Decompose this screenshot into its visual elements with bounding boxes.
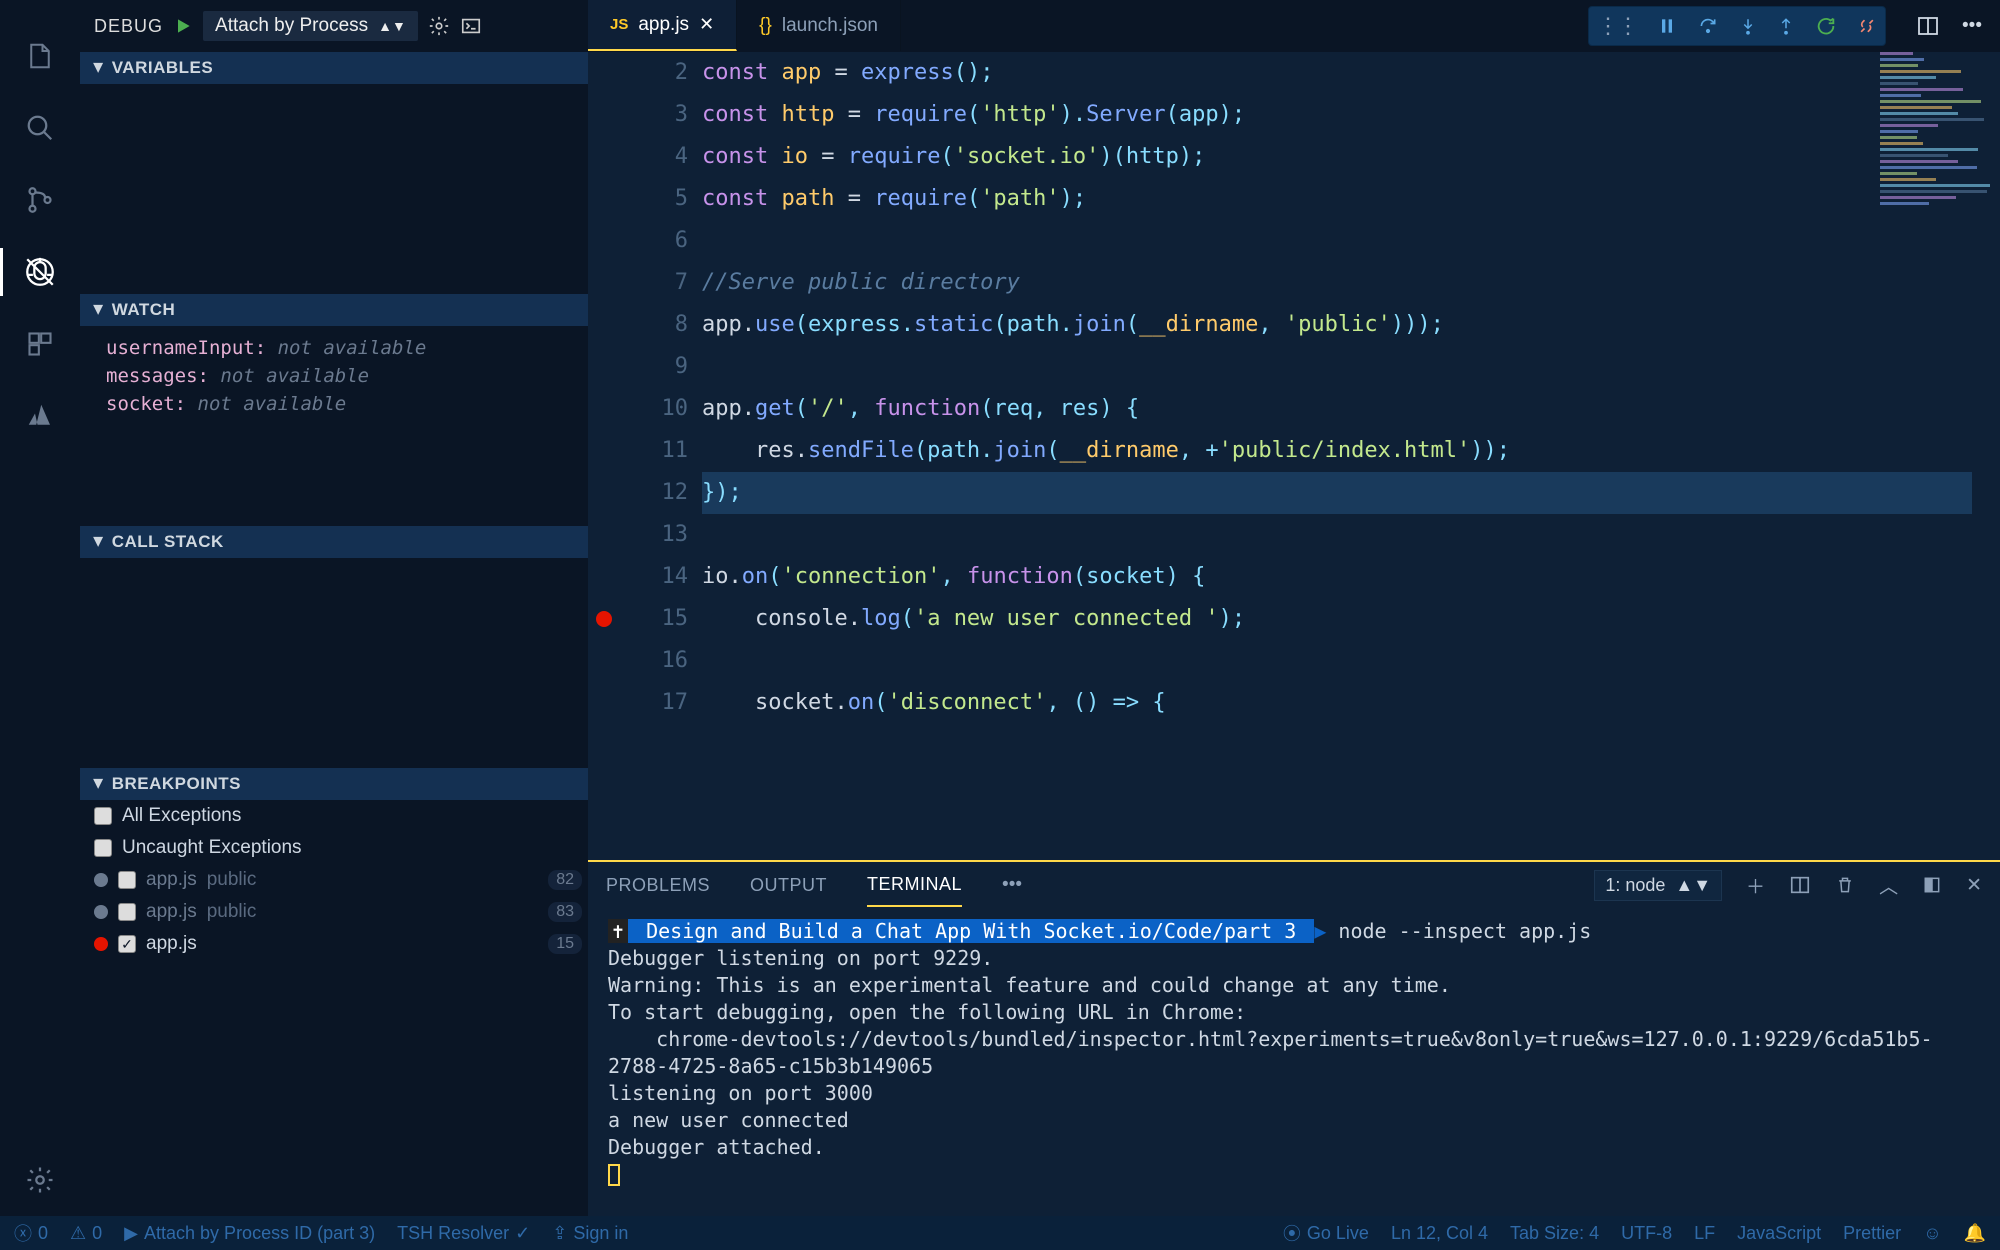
- breakpoint-dot-icon: [94, 937, 108, 951]
- watch-section-header[interactable]: ▶WATCH: [80, 294, 588, 326]
- status-tsh[interactable]: TSH Resolver ✓: [397, 1223, 530, 1244]
- checkbox-icon[interactable]: [94, 839, 112, 857]
- tab-bar: JS app.js✕{} launch.json ⋮⋮ •••: [588, 0, 2000, 52]
- minimap[interactable]: [1880, 52, 2000, 222]
- debug-icon[interactable]: [16, 248, 64, 296]
- breakpoint-exception-row[interactable]: All Exceptions: [80, 800, 588, 832]
- kill-terminal-icon[interactable]: [1835, 874, 1855, 896]
- status-eol[interactable]: LF: [1694, 1223, 1715, 1244]
- watch-item[interactable]: messages: not available: [106, 362, 574, 390]
- status-errors[interactable]: ⓧ 0: [14, 1220, 48, 1246]
- terminal-body[interactable]: ✝ Design and Build a Chat App With Socke…: [588, 908, 2000, 1216]
- status-golive[interactable]: ⦿ Go Live: [1283, 1220, 1369, 1246]
- tab-terminal[interactable]: TERMINAL: [867, 864, 962, 907]
- azure-icon[interactable]: [16, 392, 64, 440]
- status-bell-icon[interactable]: 🔔: [1964, 1223, 1986, 1244]
- panel-tabs: PROBLEMS OUTPUT TERMINAL ••• 1: node ▲▼ …: [588, 862, 2000, 908]
- more-actions-icon[interactable]: •••: [1962, 15, 1982, 37]
- status-encoding[interactable]: UTF-8: [1621, 1223, 1672, 1244]
- watch-item[interactable]: socket: not available: [106, 390, 574, 418]
- status-lncol[interactable]: Ln 12, Col 4: [1391, 1223, 1488, 1244]
- breakpoint-row[interactable]: app.js public 83: [80, 896, 588, 928]
- tab-problems[interactable]: PROBLEMS: [606, 865, 710, 906]
- maximize-panel-icon[interactable]: [1922, 875, 1942, 895]
- start-debug-icon[interactable]: [173, 16, 193, 36]
- step-into-icon[interactable]: [1739, 16, 1757, 36]
- callstack-section-header[interactable]: ▶CALL STACK: [80, 526, 588, 558]
- status-signin[interactable]: ⇪ Sign in: [552, 1223, 628, 1244]
- restart-icon[interactable]: [1815, 15, 1837, 37]
- status-prettier[interactable]: Prettier: [1843, 1223, 1901, 1244]
- variables-section-header[interactable]: ▶VARIABLES: [80, 52, 588, 84]
- checkbox-icon[interactable]: [94, 807, 112, 825]
- search-icon[interactable]: [16, 104, 64, 152]
- split-editor-icon[interactable]: [1916, 14, 1940, 38]
- editor-tab[interactable]: {} launch.json: [737, 0, 901, 51]
- breakpoint-row[interactable]: app.js public 82: [80, 864, 588, 896]
- tab-output[interactable]: OUTPUT: [750, 865, 827, 906]
- pause-icon[interactable]: [1657, 16, 1677, 36]
- bottom-panel: PROBLEMS OUTPUT TERMINAL ••• 1: node ▲▼ …: [588, 860, 2000, 1216]
- debug-config-selector[interactable]: Attach by Process ▲▼: [203, 11, 418, 41]
- debug-toolbar: ⋮⋮: [1588, 6, 1886, 46]
- watch-body: usernameInput: not availablemessages: no…: [80, 326, 588, 526]
- variables-body: [80, 84, 588, 294]
- status-bar: ⓧ 0 ⚠ 0 ▶ Attach by Process ID (part 3) …: [0, 1216, 2000, 1250]
- debug-config-label: Attach by Process: [215, 15, 368, 37]
- panel-chevron-up-icon[interactable]: ︿: [1879, 872, 1898, 899]
- split-terminal-icon[interactable]: [1789, 874, 1811, 896]
- debug-header: DEBUG Attach by Process ▲▼: [80, 0, 588, 52]
- breakpoints-section-header[interactable]: ▶BREAKPOINTS: [80, 768, 588, 800]
- js-file-icon: JS: [610, 16, 628, 33]
- debug-label: DEBUG: [94, 16, 163, 37]
- step-out-icon[interactable]: [1777, 16, 1795, 36]
- editor-actions: •••: [1898, 0, 2000, 51]
- breakpoint-exception-row[interactable]: Uncaught Exceptions: [80, 832, 588, 864]
- editor-tab[interactable]: JS app.js✕: [588, 0, 737, 51]
- debug-sidebar: DEBUG Attach by Process ▲▼ ▶VARIABLES ▶W…: [80, 0, 588, 1216]
- status-tabsize[interactable]: Tab Size: 4: [1510, 1223, 1599, 1244]
- checkbox-icon[interactable]: [118, 935, 136, 953]
- toolbar-grip-icon[interactable]: ⋮⋮: [1597, 13, 1637, 39]
- activity-bar: [0, 0, 80, 1216]
- checkbox-icon[interactable]: [118, 871, 136, 889]
- disconnect-icon[interactable]: [1857, 16, 1877, 36]
- step-over-icon[interactable]: [1697, 16, 1719, 36]
- editor-area[interactable]: 234567891011121314151617 const app = exp…: [588, 52, 2000, 860]
- terminal-selector[interactable]: 1: node ▲▼: [1594, 870, 1722, 901]
- explorer-icon[interactable]: [16, 32, 64, 80]
- panel-more-icon[interactable]: •••: [1002, 874, 1022, 896]
- breakpoint-marker-icon[interactable]: [596, 611, 612, 627]
- debug-settings-icon[interactable]: [428, 15, 450, 37]
- breakpoint-row[interactable]: app.js 15: [80, 928, 588, 960]
- breakpoint-dot-icon: [94, 873, 108, 887]
- status-warnings[interactable]: ⚠ 0: [70, 1223, 102, 1244]
- settings-gear-icon[interactable]: [16, 1156, 64, 1204]
- new-terminal-icon[interactable]: ＋: [1746, 872, 1765, 899]
- status-debug-config[interactable]: ▶ Attach by Process ID (part 3): [124, 1223, 375, 1244]
- close-tab-icon[interactable]: ✕: [699, 14, 714, 35]
- close-panel-icon[interactable]: ✕: [1966, 874, 1982, 897]
- checkbox-icon[interactable]: [118, 903, 136, 921]
- status-feedback-icon[interactable]: ☺: [1923, 1223, 1941, 1244]
- json-file-icon: {}: [759, 15, 772, 37]
- editor-column: JS app.js✕{} launch.json ⋮⋮ ••• 23456789…: [588, 0, 2000, 1216]
- extensions-icon[interactable]: [16, 320, 64, 368]
- source-control-icon[interactable]: [16, 176, 64, 224]
- breakpoint-dot-icon: [94, 905, 108, 919]
- breakpoints-body: All ExceptionsUncaught Exceptions app.js…: [80, 800, 588, 960]
- callstack-body: [80, 558, 588, 768]
- watch-item[interactable]: usernameInput: not available: [106, 334, 574, 362]
- debug-console-icon[interactable]: [460, 15, 482, 37]
- status-lang[interactable]: JavaScript: [1737, 1223, 1821, 1244]
